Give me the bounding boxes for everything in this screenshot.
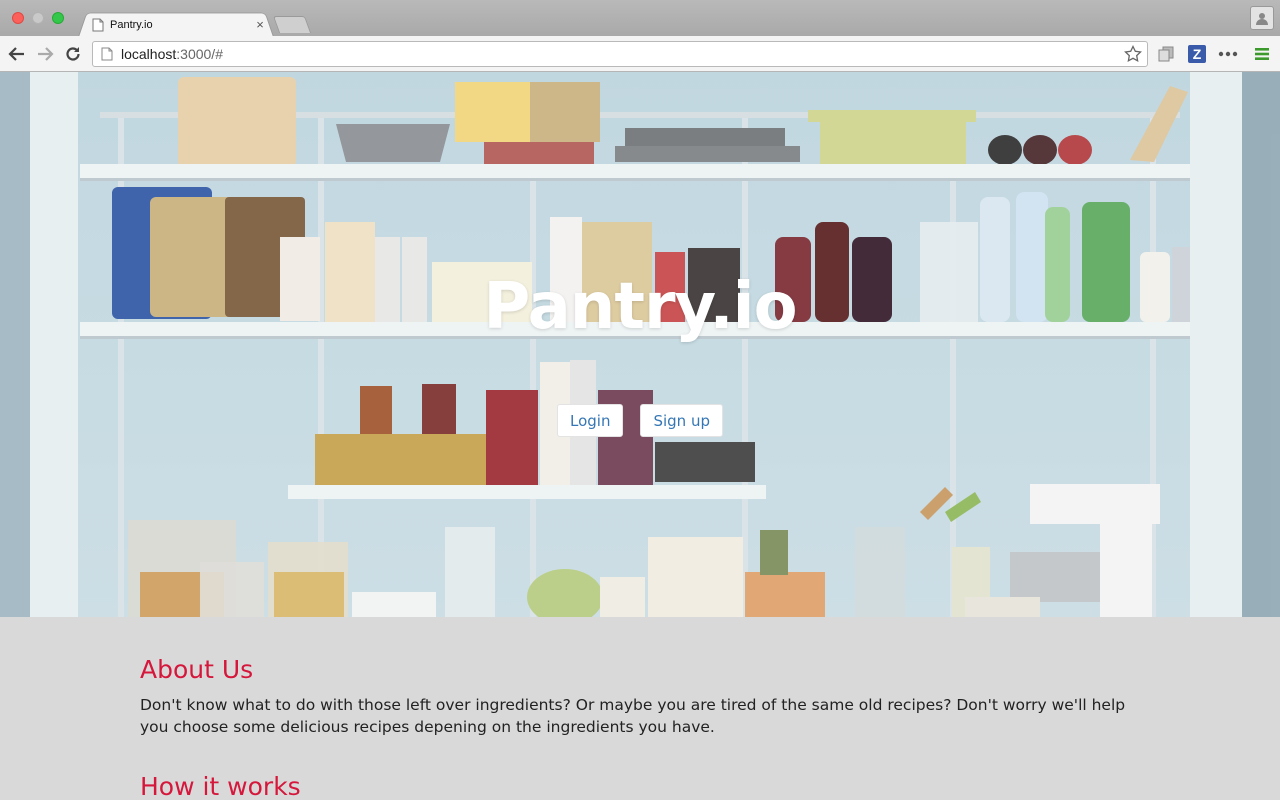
page-favicon-icon <box>92 18 104 32</box>
hero-overlay <box>0 72 1280 617</box>
extension-copy-icon[interactable] <box>1156 44 1176 64</box>
url-text: localhost:3000/# <box>121 46 223 62</box>
about-title: About Us <box>140 655 254 684</box>
browser-menu-icon[interactable] <box>1252 44 1272 64</box>
extension-z-icon[interactable]: Z <box>1188 45 1206 63</box>
browser-tab-content[interactable]: Pantry.io × <box>88 14 272 36</box>
profile-button[interactable] <box>1250 6 1274 30</box>
arrow-left-icon <box>8 47 24 61</box>
window-close-button[interactable] <box>12 12 24 24</box>
extension-dots-icon[interactable] <box>1218 44 1238 64</box>
back-button[interactable] <box>7 44 27 64</box>
reload-icon <box>66 47 80 61</box>
bookmark-star-icon[interactable] <box>1123 44 1143 64</box>
how-it-works-title: How it works <box>140 772 301 800</box>
auth-buttons: Login Sign up <box>0 404 1280 437</box>
arrow-right-icon <box>38 47 54 61</box>
login-button[interactable]: Login <box>557 404 624 437</box>
forward-button[interactable] <box>35 44 55 64</box>
new-tab-button[interactable] <box>272 16 312 33</box>
window-minimize-button[interactable] <box>32 12 44 24</box>
window-maximize-button[interactable] <box>52 12 64 24</box>
about-text: Don't know what to do with those left ov… <box>140 696 1126 736</box>
browser-toolbar: localhost:3000/# Z <box>0 36 1280 72</box>
hero-banner: Pantry.io Login Sign up <box>0 72 1280 617</box>
reload-button[interactable] <box>63 44 83 64</box>
browser-tab-bar: Pantry.io × <box>0 0 1280 38</box>
person-icon <box>1256 13 1268 25</box>
address-bar[interactable]: localhost:3000/# <box>92 41 1148 67</box>
tab-close-icon[interactable]: × <box>252 18 268 32</box>
page-icon <box>101 47 113 61</box>
site-title: Pantry.io <box>483 270 797 344</box>
tab-title: Pantry.io <box>110 19 153 31</box>
signup-button[interactable]: Sign up <box>640 404 723 437</box>
